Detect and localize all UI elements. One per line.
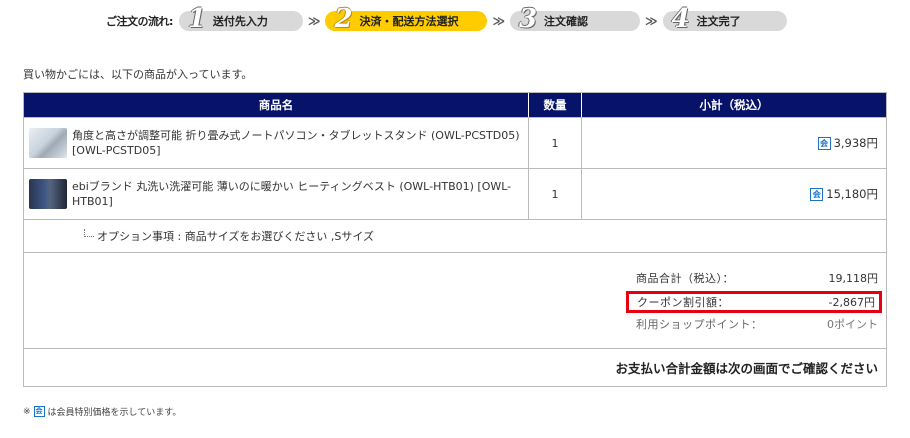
product-thumbnail[interactable] (29, 179, 67, 209)
member-price-icon: 会 (33, 406, 45, 417)
column-header-quantity: 数量 (529, 93, 582, 117)
quantity-cell: 1 (529, 118, 582, 168)
product-cell: 角度と高さが調整可能 折り畳み式ノートパソコン・タブレットスタンド (OWL-P… (24, 118, 529, 168)
product-name-link[interactable]: 角度と高さが調整可能 折り畳み式ノートパソコン・タブレットスタンド (OWL-P… (72, 128, 528, 158)
coupon-discount-value: -2,867円 (828, 296, 875, 309)
table-row: ebiブランド 丸洗い洗濯可能 薄いのに暖かい ヒーティングベスト (OWL-H… (24, 168, 886, 219)
step-number: 1 (187, 4, 206, 34)
order-flow: ご注文の流れ: 1 送付先入力 ≫ 2 決済・配送方法選択 ≫ 3 注文確認 ≫… (106, 5, 787, 35)
shop-points-value: 0ポイント (827, 318, 878, 331)
step-label: 注文確認 (544, 15, 589, 28)
step-payment-shipping: 2 決済・配送方法選択 (325, 5, 488, 33)
step-arrow-icon: ≫ (307, 14, 321, 28)
total-confirm-notice: お支払い合計金額は次の画面でご確認ください (24, 348, 886, 386)
subtotal-value: 19,118円 (828, 272, 879, 285)
step-label: 決済・配送方法選択 (359, 15, 459, 28)
item-price: 15,180円 (826, 187, 878, 201)
step-number: 4 (671, 4, 690, 34)
step-order-confirm: 3 注文確認 (510, 5, 641, 33)
step-arrow-icon: ≫ (492, 14, 506, 28)
cart-table: 商品名 数量 小計（税込） 角度と高さが調整可能 折り畳み式ノートパソコン・タブ… (23, 92, 887, 387)
table-row: 角度と高さが調整可能 折り畳み式ノートパソコン・タブレットスタンド (OWL-P… (24, 117, 886, 168)
column-header-product: 商品名 (24, 93, 529, 117)
subtotal-label: 商品合計（税込）： (636, 272, 734, 285)
quantity-cell: 1 (529, 169, 582, 219)
order-summary: 商品合計（税込）： 19,118円 クーポン割引額： -2,867円 利用ショッ… (24, 252, 886, 348)
member-price-icon: 会 (810, 187, 824, 201)
product-option-text: オプション事項 : 商品サイズをお選びください ,Sサイズ (97, 230, 375, 243)
product-option-row: オプション事項 : 商品サイズをお選びください ,Sサイズ (24, 219, 886, 252)
order-flow-label: ご注文の流れ: (106, 15, 173, 28)
product-thumbnail[interactable] (29, 128, 67, 158)
step-label: 送付先入力 (212, 15, 268, 28)
coupon-discount-row: クーポン割引額： -2,867円 (626, 291, 882, 313)
product-cell: ebiブランド 丸洗い洗濯可能 薄いのに暖かい ヒーティングベスト (OWL-H… (24, 169, 529, 219)
cart-intro-text: 買い物かごには、以下の商品が入っています。 (23, 68, 253, 81)
coupon-discount-label: クーポン割引額： (637, 296, 729, 309)
shop-points-row: 利用ショップポイント： 0ポイント (628, 313, 878, 335)
step-arrow-icon: ≫ (645, 14, 658, 28)
subtotal-cell: 会 3,938円 (582, 118, 886, 168)
step-number: 3 (519, 4, 538, 34)
cart-table-header: 商品名 数量 小計（税込） (24, 93, 886, 117)
shop-points-label: 利用ショップポイント： (636, 318, 763, 331)
note-text: は会員特別価格を示しています。 (47, 408, 182, 418)
member-price-note: ※ 会 は会員特別価格を示しています。 (23, 405, 181, 418)
item-price: 3,938円 (833, 136, 878, 150)
step-number: 2 (334, 4, 353, 34)
product-name-link[interactable]: ebiブランド 丸洗い洗濯可能 薄いのに暖かい ヒーティングベスト (OWL-H… (72, 179, 528, 209)
subtotal-cell: 会 15,180円 (582, 169, 886, 219)
tree-branch-icon (84, 229, 94, 237)
step-label: 注文完了 (696, 15, 741, 28)
step-order-complete: 4 注文完了 (662, 5, 787, 33)
step-shipping-address: 1 送付先入力 (178, 5, 303, 33)
column-header-subtotal: 小計（税込） (699, 98, 769, 112)
subtotal-row: 商品合計（税込）： 19,118円 (628, 267, 878, 289)
member-price-icon: 会 (817, 136, 831, 150)
note-prefix: ※ (23, 406, 31, 417)
